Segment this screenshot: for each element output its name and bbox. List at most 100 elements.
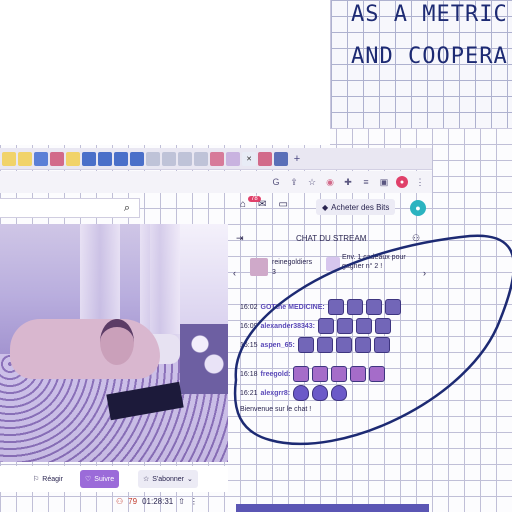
emote-icon: [316, 337, 333, 353]
message-user[interactable]: alexander38343:: [261, 323, 315, 330]
emote-icon: [384, 299, 401, 315]
tab-icon[interactable]: [34, 151, 48, 166]
puzzle-icon[interactable]: ✚: [342, 176, 354, 188]
emote-icon: [318, 318, 335, 334]
plus-icon[interactable]: +: [294, 153, 300, 165]
tab-icon[interactable]: [178, 151, 192, 166]
emote-icon: [293, 366, 310, 382]
curtain: [140, 224, 180, 344]
heart-emote-icon: [312, 385, 329, 401]
share-icon[interactable]: ⇧: [178, 497, 185, 506]
user-avatar[interactable]: ●: [410, 200, 426, 216]
chat-message: 16:02 GOTthe MEDICINE:: [240, 299, 401, 315]
message-user[interactable]: freegold:: [261, 371, 291, 378]
tab-icon[interactable]: [98, 151, 112, 166]
tab-icon[interactable]: [50, 151, 64, 166]
extension-icon[interactable]: ◉: [324, 176, 336, 188]
chat-title: CHAT DU STREAM: [296, 234, 367, 243]
viewers-icon: ⚇: [116, 497, 124, 506]
tab-icon[interactable]: [226, 151, 240, 166]
bits-label: Acheter des Bits: [331, 202, 390, 212]
emote-icon: [356, 318, 373, 334]
person-head: [100, 319, 134, 365]
menu-icon[interactable]: ⋮: [414, 176, 426, 188]
message-time: 16:02: [240, 303, 258, 311]
person-lying: [10, 319, 160, 379]
tab-icon[interactable]: [82, 151, 96, 166]
tab-icon[interactable]: [18, 151, 32, 166]
media-icon[interactable]: ≡: [360, 176, 372, 188]
follow-button[interactable]: ♡ Suivre: [80, 470, 120, 488]
chat-message: 16:09 alexander38343:: [240, 318, 392, 334]
whispers-icon[interactable]: ▭: [278, 199, 287, 210]
emote-icon: [297, 337, 314, 353]
emote-icon: [335, 337, 352, 353]
subscribe-button[interactable]: ☆ S'abonner ⌄: [138, 470, 198, 488]
collapse-chat-icon[interactable]: ⇥: [236, 233, 244, 244]
tab-icon[interactable]: [210, 151, 224, 166]
viewer-count: 79: [128, 497, 138, 506]
chat-users-icon[interactable]: ⚇: [412, 233, 420, 244]
tab-icon[interactable]: [162, 151, 176, 166]
new-tab-button[interactable]: +: [290, 152, 304, 166]
gift-count: 3: [272, 269, 276, 276]
google-icon[interactable]: G: [270, 176, 282, 188]
message-user[interactable]: GOTthe MEDICINE:: [261, 304, 325, 311]
tab-icon[interactable]: [2, 151, 16, 166]
message-time: 16:21: [240, 389, 258, 397]
chat-message: 16:18 freegold:: [240, 366, 386, 382]
gifter-avatar: [250, 258, 268, 276]
emote-icon: [312, 366, 329, 382]
inbox-icon[interactable]: ⌂: [240, 199, 246, 210]
uptime: 01:28:31: [142, 497, 174, 506]
tab-icon[interactable]: [130, 151, 144, 166]
tab-icon[interactable]: [274, 151, 288, 166]
video-player[interactable]: [0, 224, 228, 462]
promo-next-icon[interactable]: ›: [423, 268, 426, 278]
header-icons: ⌂ ✉ ▭: [240, 199, 288, 210]
promo-text: Env. 1 cadeaux pour gagner n° 2 !: [342, 254, 406, 270]
tab-icon[interactable]: [146, 151, 160, 166]
bookmark-star-icon[interactable]: ☆: [306, 176, 318, 188]
message-user[interactable]: alexgrr8:: [261, 390, 291, 397]
stream-stats: ⚇ 79 01:28:31 ⇧ ⋮: [116, 497, 198, 506]
emote-icon: [373, 337, 390, 353]
subscribe-label: S'abonner: [152, 475, 184, 483]
message-user[interactable]: aspen_65:: [261, 342, 295, 349]
notifications-badge: 78: [248, 196, 261, 202]
gift-promo-banner: reinegoldiers 3 Env. 1 cadeaux pour gagn…: [246, 254, 422, 283]
chat-input-strip[interactable]: [236, 504, 429, 512]
gift-icon: [326, 257, 340, 271]
gifter-name: reinegoldiers: [272, 259, 313, 266]
tab-icon[interactable]: [258, 151, 272, 166]
close-tab-icon[interactable]: ✕: [242, 151, 256, 166]
share-icon[interactable]: ⇪: [288, 176, 300, 188]
emote-icon: [331, 366, 348, 382]
emote-icon: [354, 337, 371, 353]
react-label: Réagir: [42, 475, 63, 483]
follow-label: Suivre: [94, 475, 115, 483]
chat-welcome-message: Bienvenue sur le chat !: [240, 406, 312, 413]
emote-icon: [327, 299, 344, 315]
get-bits-button[interactable]: ◆ Acheter des Bits: [316, 199, 396, 215]
heart-icon: ♡: [85, 476, 92, 483]
tab-icon[interactable]: [66, 151, 80, 166]
emote-icon: [337, 318, 354, 334]
sidebar-icon[interactable]: ▣: [378, 176, 390, 188]
promo-prev-icon[interactable]: ‹: [233, 268, 236, 278]
flowers: [180, 324, 228, 394]
more-icon[interactable]: ⋮: [190, 497, 198, 506]
tab-icon[interactable]: [194, 151, 208, 166]
react-button[interactable]: ⚐ Réagir: [28, 470, 68, 488]
emote-icon: [369, 366, 386, 382]
search-icon[interactable]: ⌕: [118, 200, 136, 216]
close-icon[interactable]: ✕: [246, 155, 252, 163]
browser-toolbar: G ⇪ ☆ ◉ ✚ ≡ ▣ ● ⋮: [0, 171, 432, 193]
chat-message: 16:21 alexgrr8:: [240, 385, 348, 401]
profile-icon[interactable]: ●: [396, 176, 408, 188]
tab-icon[interactable]: [114, 151, 128, 166]
message-time: 16:15: [240, 341, 258, 349]
react-icon: ⚐: [33, 476, 40, 483]
note-line-1: AS A METRIC: [351, 2, 508, 27]
emote-icon: [350, 366, 367, 382]
